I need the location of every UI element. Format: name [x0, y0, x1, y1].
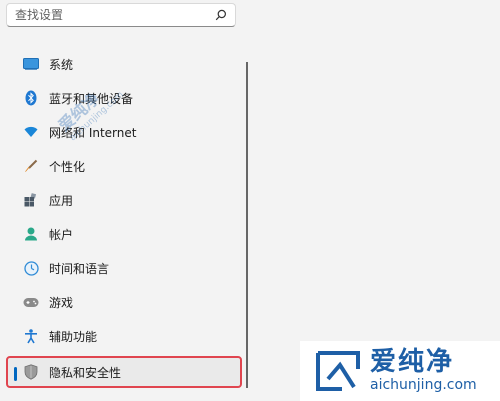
selection-indicator: [14, 367, 17, 381]
sidebar-item-label: 个性化: [49, 159, 86, 174]
sidebar-item-label: 游戏: [49, 295, 74, 310]
sidebar-item-system[interactable]: 系统: [6, 48, 242, 80]
shield-icon: [23, 364, 39, 380]
account-icon: [23, 226, 39, 242]
search-input[interactable]: [15, 6, 205, 24]
gamepad-icon: [23, 294, 39, 310]
sidebar-item-label: 应用: [49, 193, 74, 208]
sidebar-item-accounts[interactable]: 帐户: [6, 218, 242, 250]
search-icon[interactable]: [215, 9, 227, 21]
watermark-url: aichunjing.com: [370, 377, 477, 393]
watermark-logo-box: 爱纯净 aichunjing.com: [300, 341, 500, 401]
paintbrush-icon: [23, 158, 39, 174]
sidebar-scrollbar[interactable]: [246, 62, 248, 388]
watermark-logo-icon: [316, 351, 360, 391]
sidebar-item-label: 系统: [49, 57, 74, 72]
sidebar-item-accessibility[interactable]: 辅助功能: [6, 320, 242, 352]
accessibility-icon: [23, 328, 39, 344]
sidebar-item-network[interactable]: 网络和 Internet: [6, 116, 242, 148]
sidebar-item-label: 时间和语言: [49, 261, 110, 276]
sidebar-item-apps[interactable]: 应用: [6, 184, 242, 216]
sidebar-item-personalization[interactable]: 个性化: [6, 150, 242, 182]
sidebar-item-label: 帐户: [49, 227, 74, 242]
bluetooth-icon: [23, 90, 39, 106]
wifi-icon: [23, 124, 39, 140]
sidebar-item-label: 隐私和安全性: [49, 365, 122, 380]
clock-globe-icon: [23, 260, 39, 276]
apps-icon: [23, 192, 39, 208]
watermark-title: 爱纯净: [370, 347, 455, 377]
search-box[interactable]: [6, 3, 236, 27]
system-monitor-icon: [23, 56, 39, 72]
sidebar-item-gaming[interactable]: 游戏: [6, 286, 242, 318]
sidebar-item-label: 辅助功能: [49, 329, 98, 344]
sidebar-item-privacy-security[interactable]: 隐私和安全性: [6, 356, 242, 388]
sidebar-item-time-language[interactable]: 时间和语言: [6, 252, 242, 284]
